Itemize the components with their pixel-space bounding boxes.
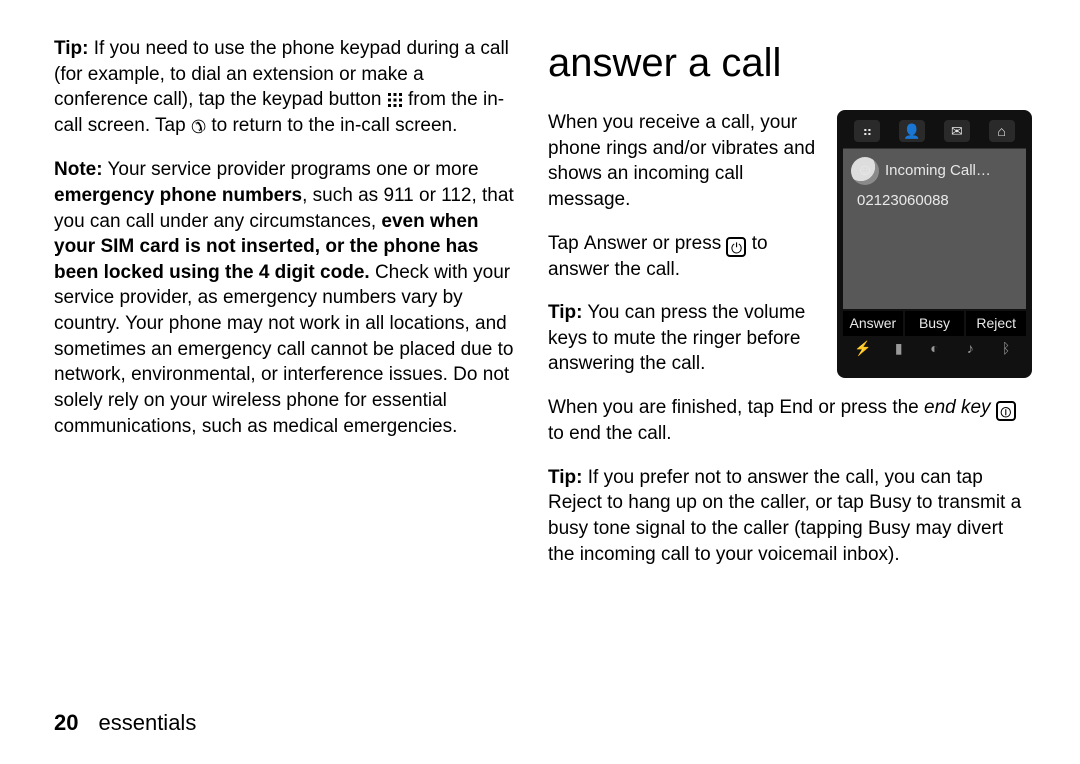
incoming-row: ☺ Incoming Call… xyxy=(851,157,1018,185)
clock-icon: ◐ xyxy=(924,340,944,358)
profile-icon: ♪ xyxy=(960,340,980,358)
softkey-reject[interactable]: Reject xyxy=(966,311,1026,336)
two-column-layout: Tip: If you need to use the phone keypad… xyxy=(54,36,1032,585)
note-e: Check with your service provider, as eme… xyxy=(54,262,513,437)
end-b: or press the xyxy=(813,397,924,418)
phone-softkeys: Answer Busy Reject xyxy=(843,311,1026,336)
incoming-number: 02123060088 xyxy=(851,191,1018,211)
contacts-icon: 👤 xyxy=(899,120,925,142)
charging-icon: ⚡ xyxy=(853,340,873,358)
tip2-label: Tip: xyxy=(548,302,582,323)
right-top-row: When you receive a call, your phone ring… xyxy=(548,110,1032,395)
left-column: Tip: If you need to use the phone keypad… xyxy=(54,36,514,585)
note-emergency-paragraph: Note: Your service provider programs one… xyxy=(54,157,514,439)
page-footer: 20 essentials xyxy=(54,708,196,738)
section-title: answer a call xyxy=(548,36,1032,90)
tap-a: Tap xyxy=(548,233,584,254)
tip-reject-paragraph: Tip: If you prefer not to answer the cal… xyxy=(548,465,1032,568)
browser-icon: ⌂ xyxy=(989,120,1015,142)
tip-keypad-paragraph: Tip: If you need to use the phone keypad… xyxy=(54,36,514,139)
caller-avatar-icon: ☺ xyxy=(851,157,879,185)
softkey-busy[interactable]: Busy xyxy=(905,311,965,336)
manual-page: Tip: If you need to use the phone keypad… xyxy=(0,0,1080,764)
bluetooth-icon: ᛒ xyxy=(996,340,1016,358)
incoming-call-text: Incoming Call… xyxy=(885,161,1018,181)
phone-screenshot: ⠶ 👤 ✉ ⌂ ☺ Incoming Call… 02123060088 Ans… xyxy=(837,110,1032,378)
keypad-icon xyxy=(387,92,403,108)
section-name: essentials xyxy=(98,710,196,735)
answer-soft-label: Answer xyxy=(584,233,647,254)
phone-handset-icon: ✆ xyxy=(191,115,206,139)
phone-body: ☺ Incoming Call… 02123060088 xyxy=(843,149,1026,309)
note-label: Note: xyxy=(54,159,103,180)
phone-top-iconbar: ⠶ 👤 ✉ ⌂ xyxy=(843,116,1026,149)
tip-mute-paragraph: Tip: You can press the volume keys to mu… xyxy=(548,300,819,377)
end-c: to end the call. xyxy=(548,423,672,444)
tip-text-c: to return to the in-call screen. xyxy=(206,115,457,136)
note-b: emergency phone numbers xyxy=(54,185,302,206)
right-column: answer a call When you receive a call, y… xyxy=(548,36,1032,585)
softkey-answer[interactable]: Answer xyxy=(843,311,903,336)
messages-icon: ✉ xyxy=(944,120,970,142)
end-a: When you are finished, tap xyxy=(548,397,779,418)
note-a: Your service provider programs one or mo… xyxy=(103,159,479,180)
tap-answer-paragraph: Tap Answer or press ⏻ to answer the call… xyxy=(548,231,819,283)
page-number: 20 xyxy=(54,710,78,735)
tip-label: Tip: xyxy=(54,38,88,59)
signal-icon: ▮ xyxy=(889,340,909,358)
right-intro-block: When you receive a call, your phone ring… xyxy=(548,110,819,395)
intro-paragraph: When you receive a call, your phone ring… xyxy=(548,110,819,213)
phone-status-bar: ⚡ ▮ ◐ ♪ ᛒ xyxy=(843,336,1026,360)
tip3-b: to hang up on the caller, or tap xyxy=(602,492,869,513)
send-key-icon: ⏻ xyxy=(726,237,746,257)
tip3-label: Tip: xyxy=(548,467,582,488)
end-call-paragraph: When you are finished, tap End or press … xyxy=(548,395,1032,447)
busy-soft-label-2: Busy xyxy=(868,518,910,539)
end-key-italic: end key xyxy=(924,397,991,418)
tip3-a: If you prefer not to answer the call, yo… xyxy=(582,467,982,488)
end-key-icon: ⏼ xyxy=(996,401,1016,421)
reject-soft-label: Reject xyxy=(548,492,602,513)
end-soft-label: End xyxy=(779,397,813,418)
tip2-text: You can press the volume keys to mute th… xyxy=(548,302,805,374)
tap-b: or press xyxy=(647,233,726,254)
dialer-icon: ⠶ xyxy=(854,120,880,142)
busy-soft-label: Busy xyxy=(869,492,911,513)
